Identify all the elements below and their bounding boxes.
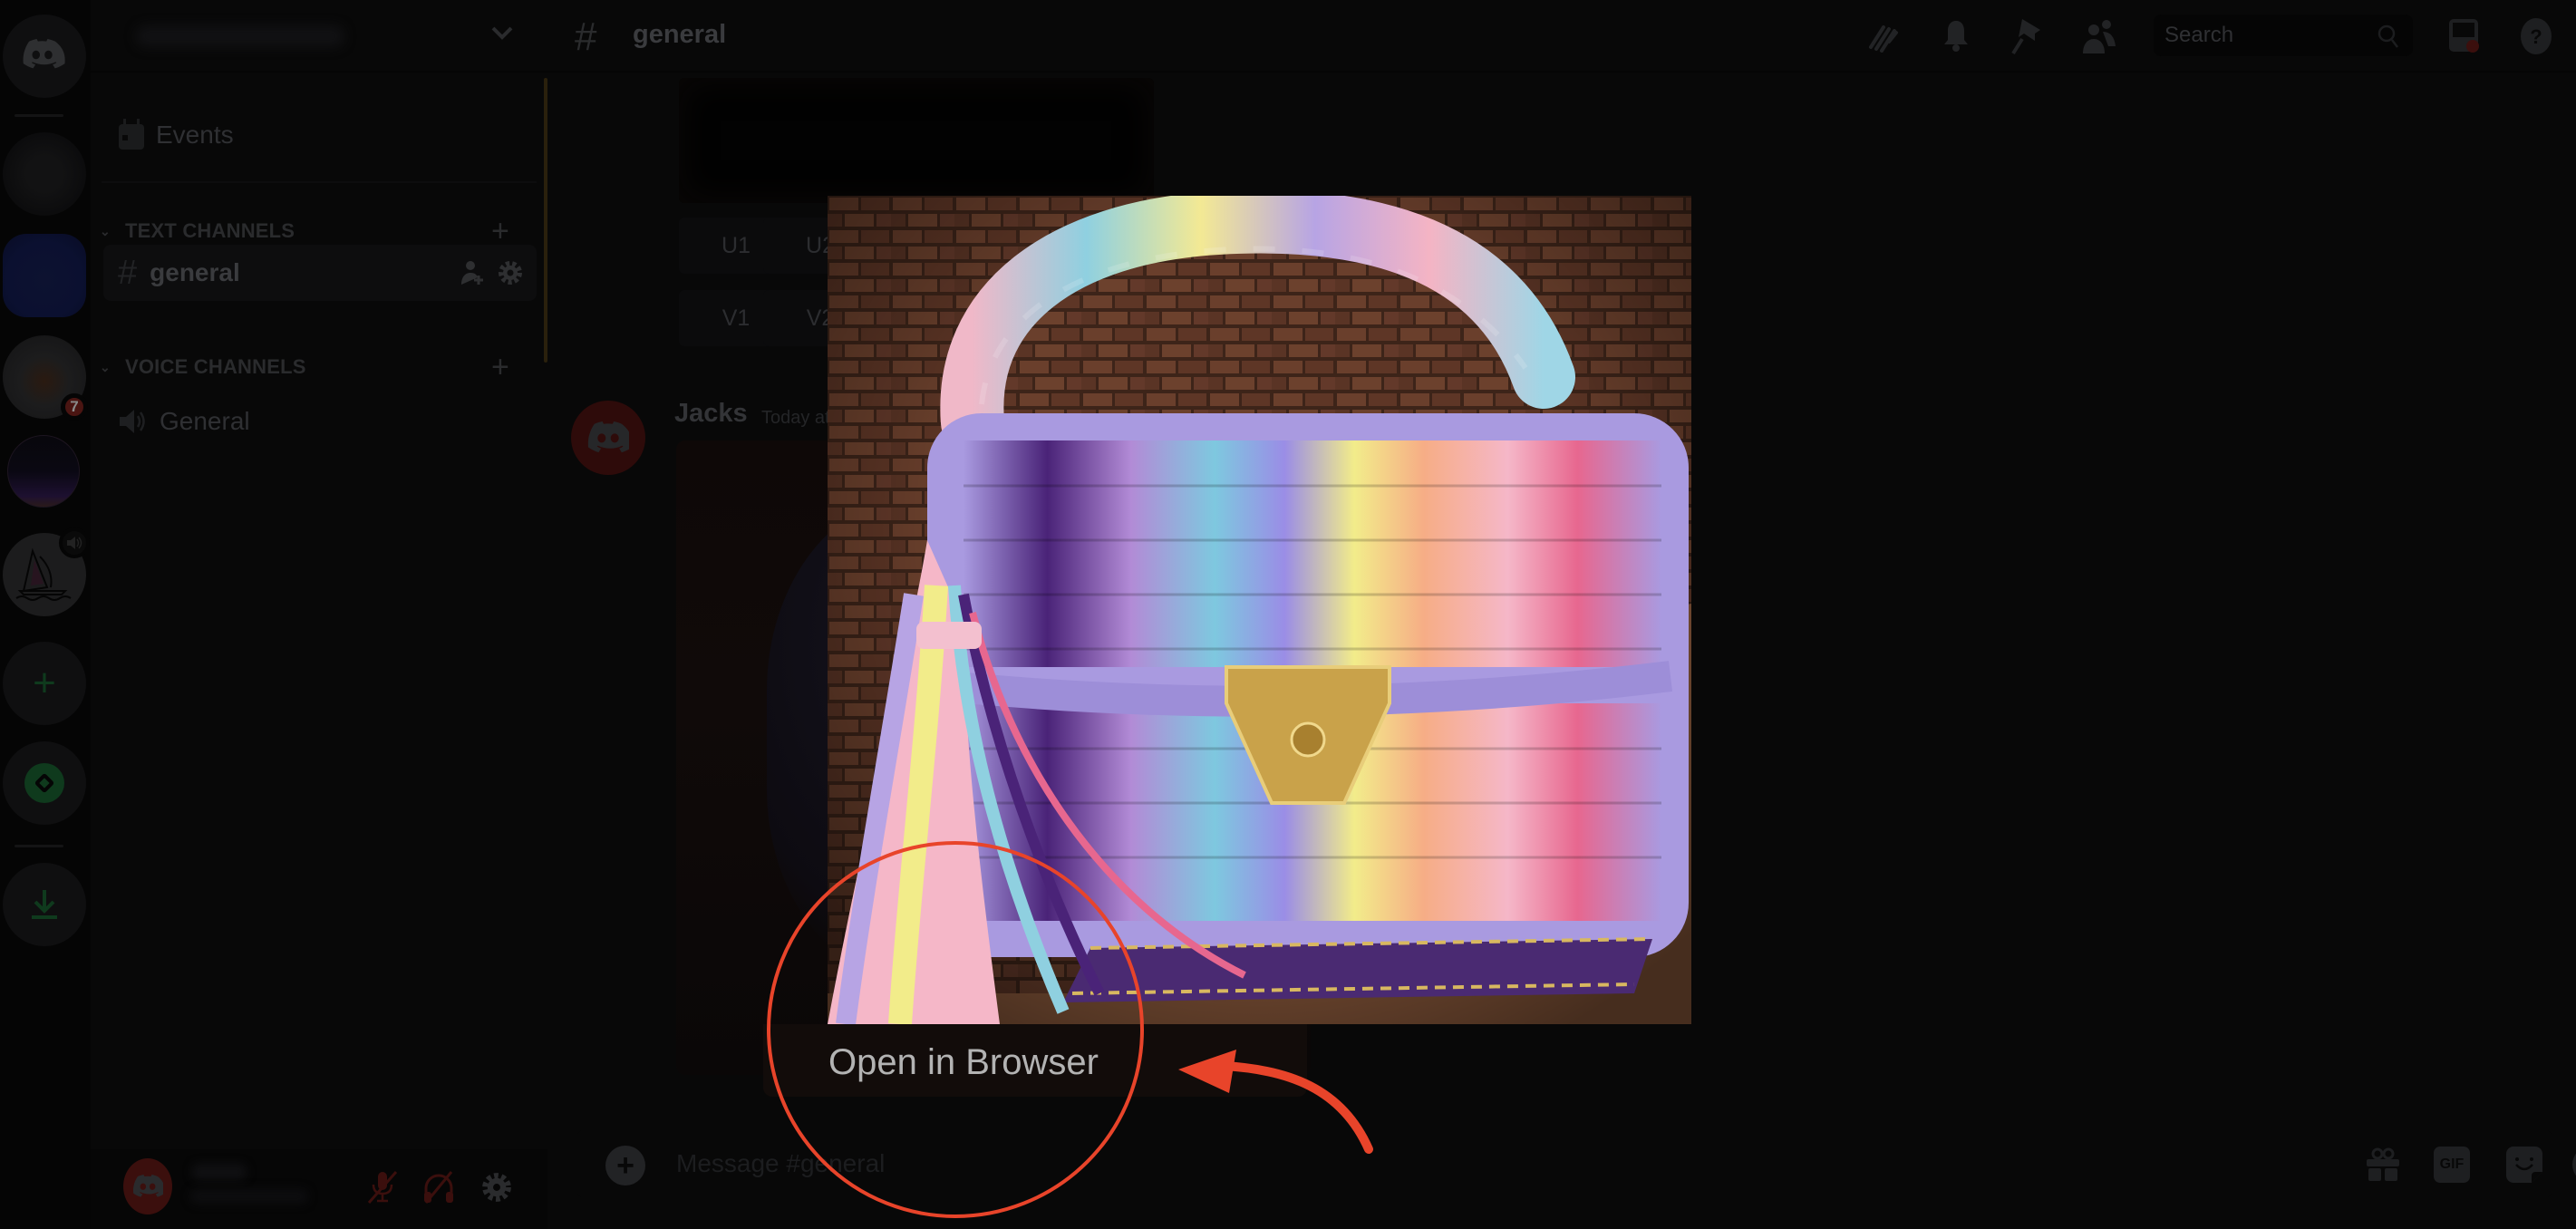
add-server-button[interactable]: + xyxy=(3,642,86,725)
create-channel-icon[interactable]: + xyxy=(491,214,509,249)
channel-name: General xyxy=(160,407,250,435)
gif-button[interactable]: GIF xyxy=(2431,1144,2473,1185)
sticker-button[interactable] xyxy=(2503,1144,2545,1185)
microphone-muted-icon xyxy=(367,1171,398,1204)
explore-servers-button[interactable] xyxy=(3,741,86,825)
hashtag-icon: # xyxy=(118,253,138,292)
category-label: VOICE CHANNELS xyxy=(125,355,306,378)
mute-button[interactable] xyxy=(364,1169,401,1205)
lightbox-image[interactable] xyxy=(828,196,1691,1024)
username-redacted xyxy=(192,1164,247,1180)
inbox-button[interactable] xyxy=(2445,18,2485,54)
calendar-icon xyxy=(119,119,144,150)
members-icon xyxy=(2083,20,2116,53)
handbag-image xyxy=(828,196,1691,1024)
hashtag-icon: # xyxy=(575,15,597,59)
emoji-button[interactable] xyxy=(2571,1144,2576,1185)
channel-title: general xyxy=(633,20,727,49)
rail-separator xyxy=(15,114,63,117)
discord-logo-icon xyxy=(587,421,629,453)
download-icon xyxy=(32,890,57,919)
server-rail: 7 + xyxy=(0,0,91,1229)
emoji-icon xyxy=(2572,1153,2576,1176)
user-panel xyxy=(91,1149,547,1229)
deafen-button[interactable] xyxy=(421,1169,457,1205)
headphones-muted-icon xyxy=(424,1171,453,1204)
message-author-name[interactable]: Jacks xyxy=(674,399,748,429)
events-label: Events xyxy=(156,121,234,149)
channel-header: # general ? xyxy=(547,0,2576,73)
gif-icon: GIF xyxy=(2434,1147,2470,1183)
download-apps-button[interactable] xyxy=(3,863,86,946)
server-icon-purple-orb[interactable] xyxy=(7,435,80,508)
member-list-button[interactable] xyxy=(2079,18,2119,54)
server-icon-midjourney[interactable] xyxy=(3,527,90,616)
discord-logo-icon xyxy=(23,39,65,69)
guild-header[interactable] xyxy=(91,0,547,73)
inbox-icon xyxy=(2449,19,2479,53)
channel-name: general xyxy=(150,258,240,286)
open-in-browser-link[interactable]: Open in Browser xyxy=(828,1042,1099,1083)
gift-button[interactable] xyxy=(2362,1144,2404,1185)
bell-icon xyxy=(1944,21,1968,52)
chevron-down-icon xyxy=(491,26,513,40)
server-icon-ink-art[interactable]: 7 xyxy=(3,335,88,421)
voice-channel-general[interactable]: General xyxy=(103,393,537,450)
divider xyxy=(102,181,537,183)
pin-icon xyxy=(2011,19,2040,55)
speaker-icon xyxy=(67,537,82,549)
channel-general[interactable]: # general xyxy=(103,245,537,301)
help-button[interactable]: ? xyxy=(2516,18,2556,54)
previous-image-attachment[interactable] xyxy=(679,78,1154,203)
create-channel-icon[interactable]: + xyxy=(491,350,509,385)
server-icon-blurred[interactable] xyxy=(3,132,86,216)
speaker-icon xyxy=(120,410,145,433)
gear-icon xyxy=(482,1173,511,1202)
search-icon xyxy=(2377,24,2398,48)
message-composer: + GIF xyxy=(576,1129,2576,1198)
compass-icon xyxy=(24,763,64,803)
message-input[interactable] xyxy=(676,1146,2036,1182)
user-settings-button[interactable] xyxy=(479,1169,515,1205)
server-icon-blue[interactable] xyxy=(3,234,86,317)
voice-active-badge xyxy=(59,527,90,558)
threads-button[interactable] xyxy=(1864,18,1903,54)
notifications-button[interactable] xyxy=(1936,18,1976,54)
svg-text:?: ? xyxy=(2530,25,2542,48)
attach-button[interactable]: + xyxy=(605,1146,645,1185)
chevron-down-icon: ⌄ xyxy=(100,359,111,374)
rail-separator xyxy=(15,845,63,847)
gear-icon[interactable] xyxy=(497,259,524,286)
help-icon: ? xyxy=(2521,18,2552,54)
plus-icon: + xyxy=(616,1147,634,1183)
search-input[interactable] xyxy=(2164,20,2364,51)
events-item[interactable]: Events xyxy=(118,112,234,158)
channel-sidebar: Events ⌄ TEXT CHANNELS + # general ⌄ VOI… xyxy=(91,0,547,1229)
category-text-channels[interactable]: ⌄ TEXT CHANNELS + xyxy=(100,214,535,248)
discord-logo-icon xyxy=(133,1175,163,1197)
threads-icon xyxy=(1869,25,1898,53)
sticker-icon xyxy=(2506,1147,2542,1183)
unread-badge: 7 xyxy=(61,393,88,421)
user-status-redacted xyxy=(190,1189,308,1204)
user-avatar[interactable] xyxy=(123,1158,172,1214)
category-voice-channels[interactable]: ⌄ VOICE CHANNELS + xyxy=(100,350,535,384)
pinned-messages-button[interactable] xyxy=(2007,18,2047,55)
invite-member-icon[interactable] xyxy=(460,259,486,286)
plus-icon: + xyxy=(33,661,56,705)
chevron-down-icon: ⌄ xyxy=(100,223,111,238)
guild-name-redacted xyxy=(136,25,344,47)
home-button[interactable] xyxy=(3,15,86,98)
message-author-avatar[interactable] xyxy=(571,401,645,475)
gift-icon xyxy=(2367,1147,2399,1181)
category-label: TEXT CHANNELS xyxy=(125,219,295,242)
search-box[interactable] xyxy=(2154,15,2413,56)
